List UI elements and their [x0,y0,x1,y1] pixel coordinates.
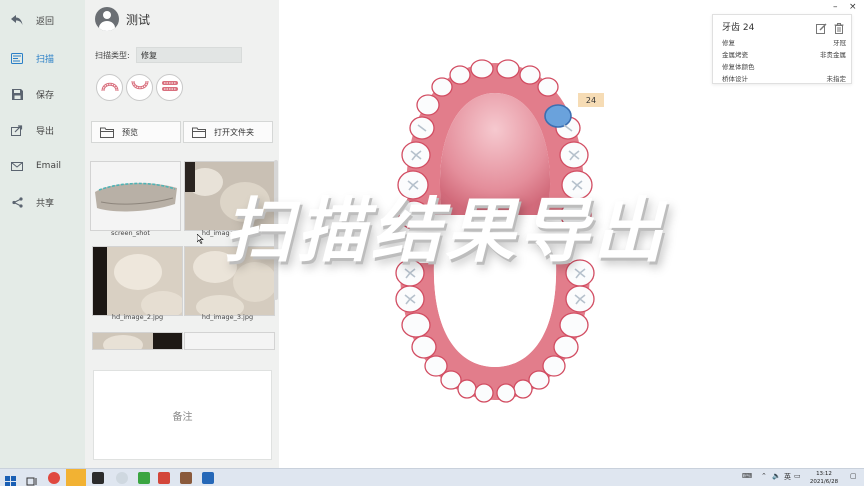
clock[interactable]: 13:12 2021/6/28 [806,470,842,486]
save-icon [10,87,24,101]
thumbnail-empty [184,332,275,350]
info-key: 修复体颜色 [722,63,755,71]
scan-icon [10,51,24,65]
left-nav: 返回 扫描 保存 导出 Email 共享 [0,0,85,468]
info-row-restoration: 修复 牙冠 [722,37,846,47]
trash-icon[interactable] [834,19,844,38]
scan-type-label: 扫描类型: [95,51,130,60]
dental-arch-diagram [395,59,595,403]
nav-back[interactable]: 返回 [0,5,85,35]
export-icon [10,123,24,137]
tooth-info-card: 牙齿 24 修复 牙冠 金属烤瓷 非贵金属 修复体颜色 桥体设计 未指定 [712,14,852,84]
upper-jaw-button[interactable] [96,74,123,101]
tooth-24-selected[interactable] [544,104,572,128]
minimize-button[interactable]: – [833,2,838,12]
thumbnail-label-hd-image-2: hd_image_2.jpg [111,313,164,321]
tooth-info-title: 牙齿 24 [722,23,755,33]
user-name: 测试 [126,12,151,27]
thumbnail-screen-shot[interactable] [90,161,181,231]
avatar [95,7,119,31]
bite-icon [160,78,180,98]
keyboard-icon[interactable]: ⌨ [742,472,752,480]
mail-icon [10,159,24,173]
nav-share[interactable]: 共享 [0,187,85,217]
user-info: 测试 [95,7,150,31]
preview-button[interactable]: 预览 [91,121,181,143]
hd-image-3-picture [185,247,274,315]
clock-time: 13:12 [816,471,832,477]
hd-image-2-picture [93,247,182,315]
nav-save-label: 保存 [36,90,55,101]
notifications-icon[interactable]: ▢ [850,472,857,480]
lower-jaw-button[interactable] [126,74,153,101]
upper-jaw-icon [101,78,119,97]
info-row-pontic: 桥体设计 未指定 [722,73,846,83]
hd-image-1-picture [185,162,274,230]
tray-expand-icon[interactable]: ⌃ [761,472,767,480]
volume-icon[interactable]: 🔈 [772,472,781,480]
wechat-app-icon[interactable] [66,469,86,486]
selected-tooth-label: 24 [578,93,604,107]
media-app-icon[interactable] [92,472,104,484]
folder-icon [100,127,114,138]
taskbar: ⌨ ⌃ 🔈 英 ▭ 13:12 2021/6/28 ▢ [0,468,864,486]
browser-app-icon[interactable] [48,472,60,484]
ime-indicator[interactable]: 英 [784,472,791,482]
green-app-icon[interactable] [138,472,150,484]
hd-image-4-picture [93,333,182,349]
windows-start-icon[interactable] [5,472,17,486]
lower-jaw-icon [131,78,149,97]
edit-icon[interactable] [816,19,827,38]
info-value: 未指定 [826,75,847,83]
app-window: 返回 扫描 保存 导出 Email 共享 测试 扫描类型: 修复 预览 打开文件… [0,0,864,486]
note-placeholder: 备注 [172,411,193,423]
nav-export[interactable]: 导出 [0,115,85,145]
red-app-icon[interactable] [158,472,170,484]
bite-button[interactable] [156,74,183,101]
info-value: 牙冠 [833,39,846,47]
open-folder-label: 打开文件夹 [214,127,254,137]
settings-app-icon[interactable] [116,472,128,484]
folder-icon [192,127,206,138]
info-row-shade: 修复体颜色 [722,61,846,71]
thumbnail-hd-image-1[interactable] [184,161,275,231]
back-arrow-icon [10,13,24,27]
share-icon [10,195,24,209]
thumbnail-label-hd-image-3: hd_image_3.jpg [201,313,254,321]
nav-save[interactable]: 保存 [0,79,85,109]
brown-app-icon[interactable] [180,472,192,484]
thumbnail-label-screen-shot: screen_shot [111,229,150,237]
scan-type-field[interactable]: 修复 [136,47,242,63]
thumbnail-hd-image-3[interactable] [184,246,275,316]
info-key: 金属烤瓷 [722,51,748,59]
scanner-app-icon[interactable] [202,472,214,484]
thumbnail-hd-image-2[interactable] [92,246,183,316]
info-value: 非贵金属 [820,51,846,59]
nav-email[interactable]: Email [0,151,85,181]
thumbnail-hd-image-4[interactable] [92,332,183,350]
thumbnail-scrollbar[interactable] [274,160,278,300]
info-key: 修复 [722,39,735,47]
mouse-cursor-icon [197,234,204,244]
note-field[interactable]: 备注 [93,370,272,460]
open-folder-button[interactable]: 打开文件夹 [183,121,273,143]
info-key: 桥体设计 [722,75,748,83]
nav-back-label: 返回 [36,16,55,27]
nav-scan[interactable]: 扫描 [0,43,85,73]
nav-email-label: Email [36,161,61,171]
preview-label: 预览 [122,127,138,137]
task-view-icon[interactable] [26,472,38,486]
info-row-material: 金属烤瓷 非贵金属 [722,49,846,59]
close-button[interactable]: × [849,2,857,12]
network-icon[interactable]: ▭ [794,472,801,480]
clock-date: 2021/6/28 [809,479,839,485]
thumbnail-label-hd-image-1: hd_image_1.jpg [201,229,254,237]
scan-model-image [95,182,177,212]
nav-scan-label: 扫描 [36,54,55,65]
nav-share-label: 共享 [36,198,55,209]
nav-export-label: 导出 [36,126,55,137]
